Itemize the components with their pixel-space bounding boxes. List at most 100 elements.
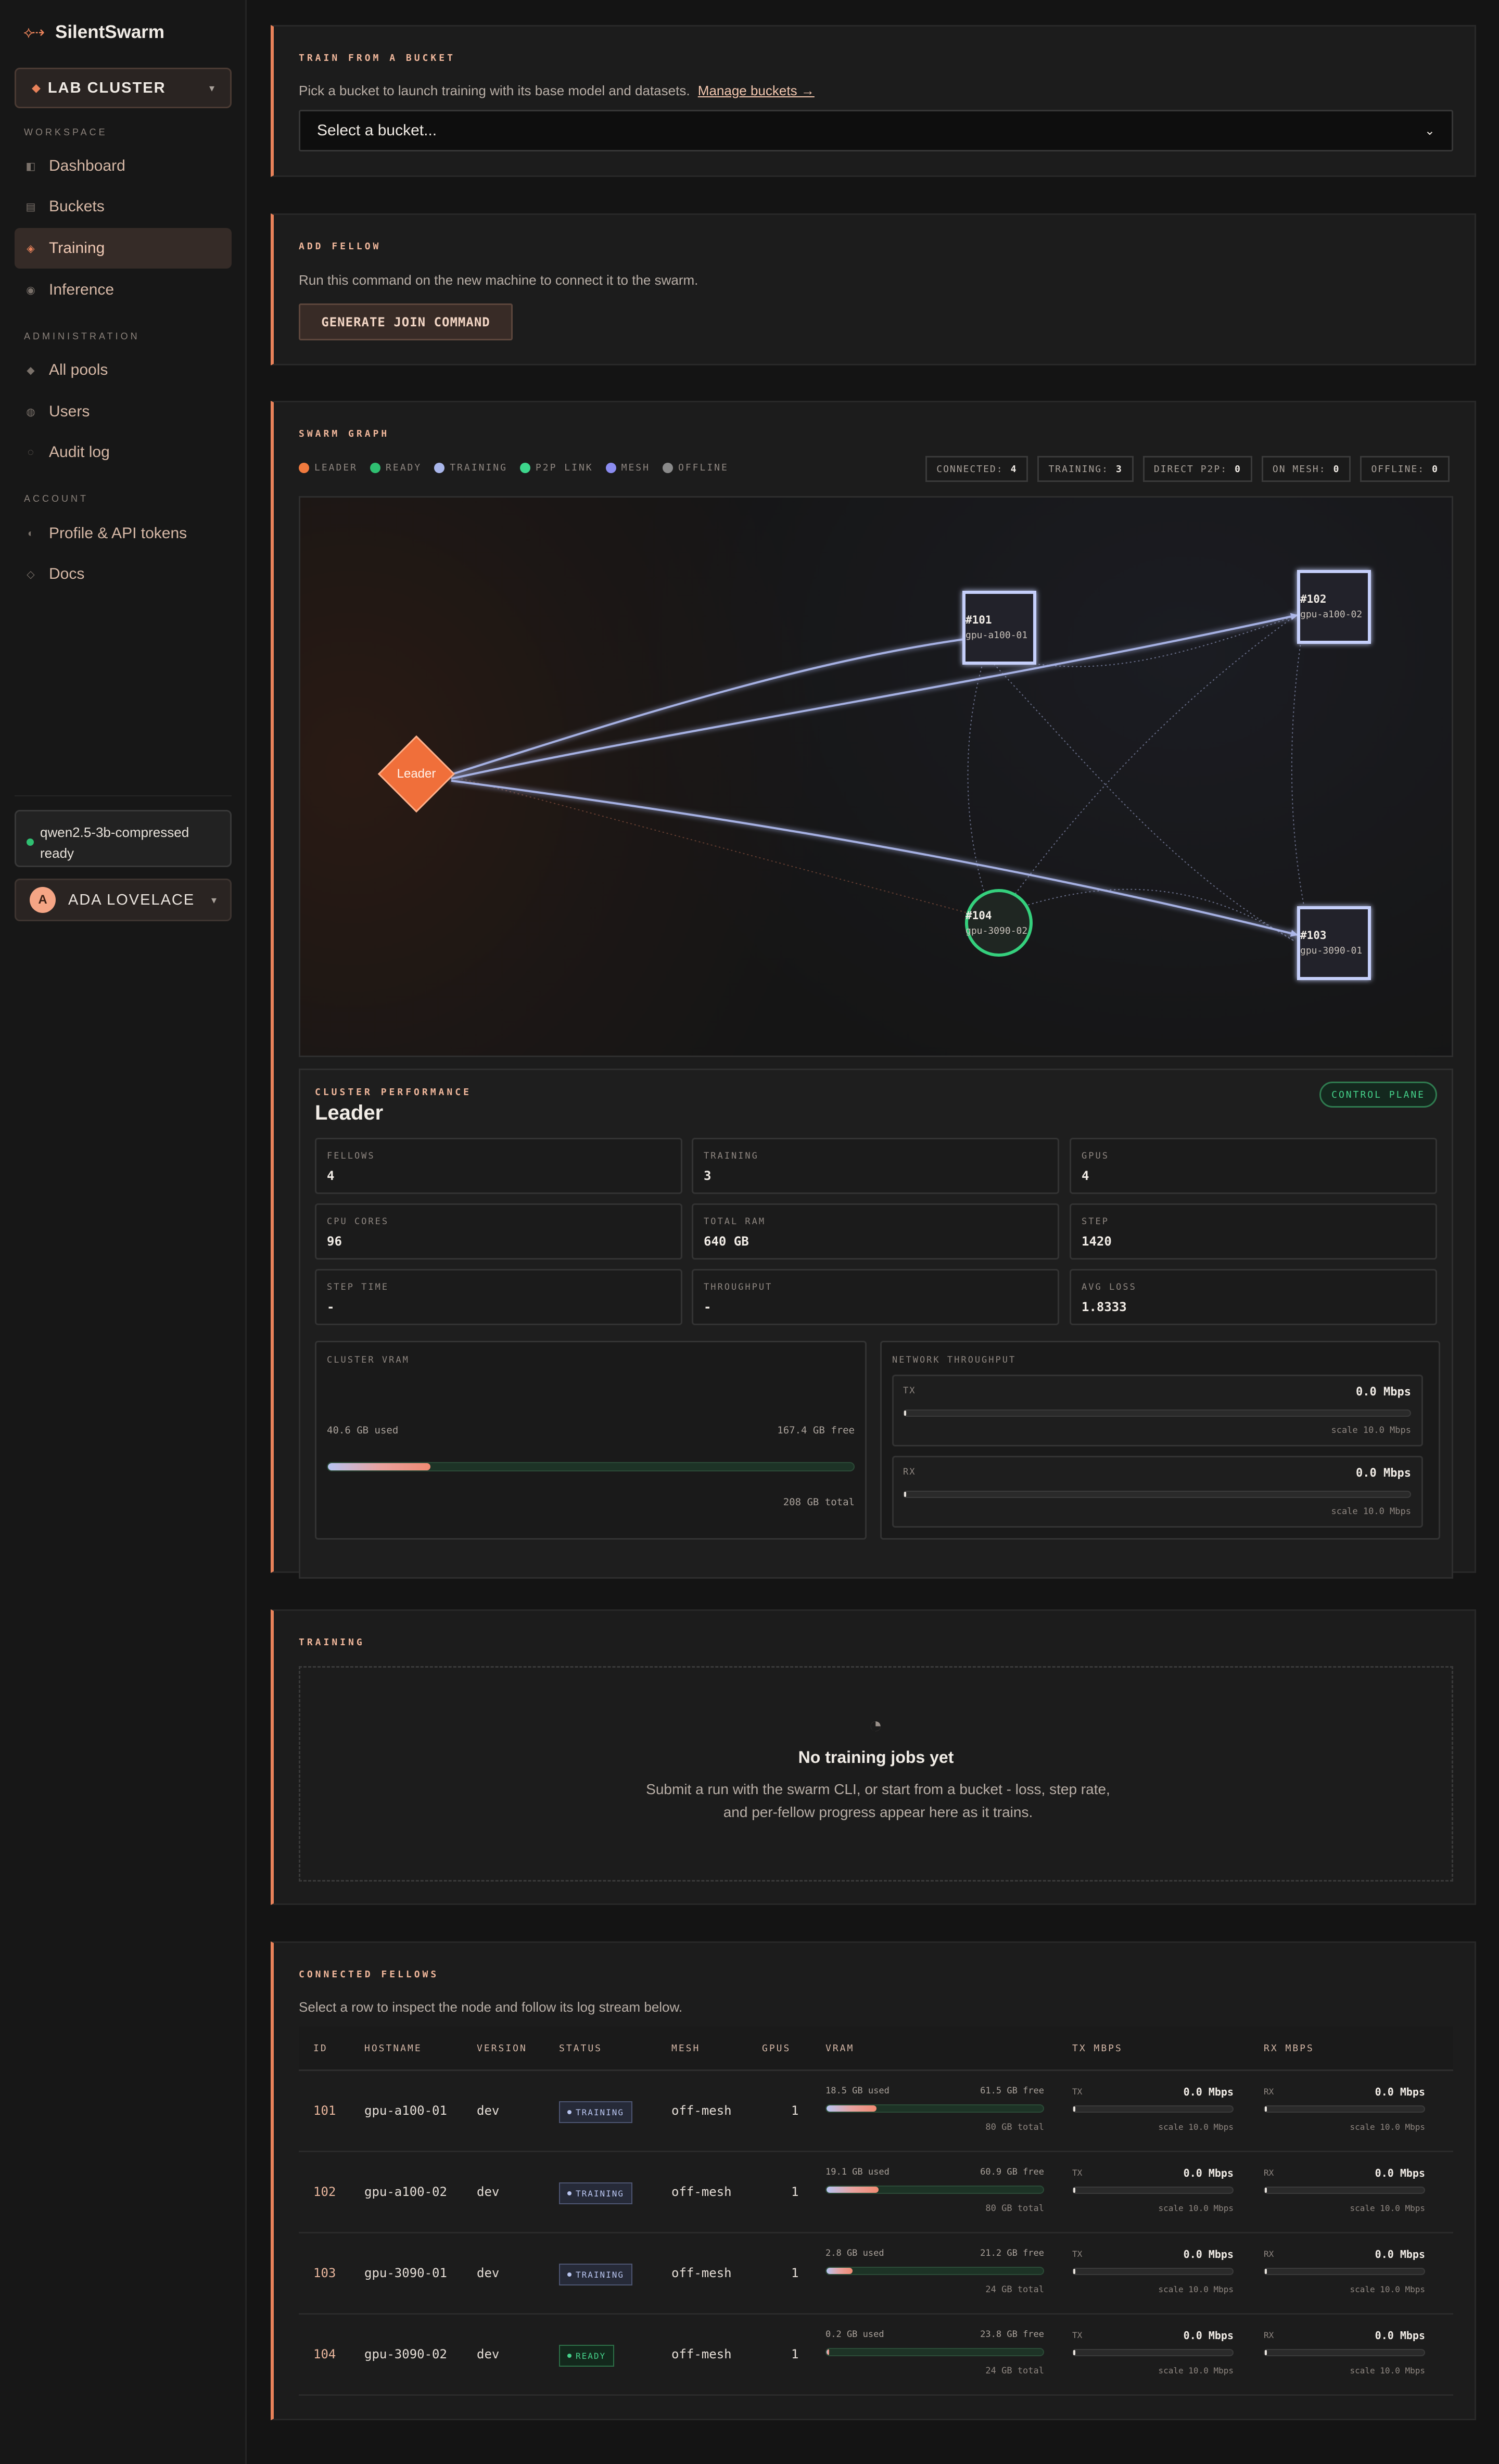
vram-bar-fill (328, 1463, 430, 1470)
cell-gpus: 1 (791, 2184, 799, 2199)
metric-label: FELLOWS (327, 1151, 375, 1161)
node-host: gpu-3090-02 (966, 925, 1027, 936)
swarm-graph-svg[interactable]: Leader #101 gpu-a100-01 #102 gpu-a100-02… (300, 498, 1452, 1056)
node-id: #103 (1300, 929, 1327, 942)
node-square (1297, 570, 1371, 644)
tx-label: TX (1072, 2249, 1083, 2259)
tx-value: 0.0 Mbps (1356, 1386, 1411, 1399)
stat-value: 0 (1333, 463, 1340, 475)
rx-label: RX (1264, 2168, 1274, 2178)
status-label: TRAINING (576, 2269, 625, 2280)
cluster-select[interactable]: ◆ LAB CLUSTER ▾ (15, 68, 232, 108)
bucket-select[interactable]: Select a bucket... ⌄ (299, 110, 1453, 151)
model-status[interactable]: qwen2.5-3b-compressed ready (15, 810, 232, 867)
table-row[interactable]: 103 gpu-3090-01 dev TRAINING off-mesh 1 2.8 GB… (299, 2233, 1453, 2315)
graph-legend: LEADER READY TRAINING P2P LINK MESH OFFL… (299, 462, 729, 473)
legend-offline: OFFLINE (662, 462, 729, 473)
table-row[interactable]: 102 gpu-a100-02 dev TRAINING off-mesh 1 19.1 G… (299, 2152, 1453, 2233)
metric-value: - (704, 1300, 712, 1314)
tx-label: TX (1072, 2330, 1083, 2340)
stat-label: TRAINING: (1048, 463, 1109, 475)
node-square (1297, 906, 1371, 980)
model-name: qwen2.5-3b-compressed (40, 824, 189, 840)
legend-label: P2P LINK (535, 462, 593, 473)
status-dot (567, 2191, 571, 2195)
cell-id: 101 (313, 2103, 336, 2118)
node-host: gpu-a100-01 (966, 630, 1027, 641)
training-icon: ◈ (27, 243, 35, 255)
tx-value: 0.0 Mbps (1183, 2248, 1234, 2260)
sidebar-item-buckets[interactable]: ▤ Buckets (15, 186, 232, 227)
vram-total: 24 GB total (985, 2366, 1044, 2376)
tx-box: TX 0.0 Mbps scale 10.0 Mbps (892, 1375, 1423, 1446)
metric-label: AVG LOSS (1082, 1282, 1137, 1292)
sidebar-item-label: Dashboard (49, 157, 125, 174)
brand[interactable]: ⟡⇢ SilentSwarm (23, 22, 164, 43)
vram-used: 19.1 GB used (825, 2167, 890, 2177)
edge-102-103 (1291, 616, 1311, 935)
rx-bar-fill (1265, 2269, 1267, 2274)
user-menu[interactable]: A ADA LOVELACE ▾ (15, 879, 232, 921)
legend-dot (370, 462, 381, 473)
sidebar-item-label: All pools (49, 361, 108, 378)
avatar: A (30, 887, 56, 913)
status-dot (27, 839, 34, 846)
vram-bar-fill (827, 2268, 853, 2274)
docs-icon: ◇ (27, 568, 35, 580)
vram-free: 21.2 GB free (980, 2248, 1044, 2258)
tx-bar (903, 1409, 1411, 1417)
metric-avg-loss: AVG LOSS 1.8333 (1070, 1269, 1437, 1325)
sidebar-item-audit-log[interactable]: ◌ Audit log (15, 432, 232, 473)
vram-total: 208 GB total (783, 1496, 855, 1508)
sidebar-item-users[interactable]: ◍ Users (15, 391, 232, 432)
sidebar-item-training[interactable]: ◈ Training (15, 228, 232, 269)
vram-bar-fill (827, 2187, 879, 2193)
cell-gpus: 1 (791, 2266, 799, 2280)
cell-id: 104 (313, 2347, 336, 2361)
cell-tx: TX 0.0 Mbps scale 10.0 Mbps (1072, 2167, 1234, 2219)
audit-log-icon: ◌ (28, 446, 34, 458)
node-102[interactable]: #102 gpu-a100-02 (1297, 570, 1371, 644)
edge-leader-103 (451, 780, 1298, 937)
pie-chart-icon: ◔ (869, 1712, 883, 1738)
tx-label: TX (1072, 2087, 1083, 2097)
sidebar-item-profile[interactable]: ◐ Profile & API tokens (15, 513, 232, 554)
legend-ready: READY (370, 462, 422, 473)
generate-join-command-button[interactable]: GENERATE JOIN COMMAND (299, 303, 513, 340)
table-row[interactable]: 101 gpu-a100-01 dev TRAINING off-mesh 1 18.5 G… (299, 2071, 1453, 2152)
metric-value: 1.8333 (1082, 1300, 1127, 1314)
legend-label: OFFLINE (678, 462, 729, 473)
column-header: TX MBPS (1072, 2043, 1123, 2054)
cluster-name: LAB CLUSTER (47, 79, 166, 96)
swarm-logo-icon: ⟡⇢ (23, 23, 45, 41)
sidebar-item-dashboard[interactable]: ◧ Dashboard (15, 146, 232, 186)
node-101[interactable]: #101 gpu-a100-01 (962, 591, 1036, 665)
metric-label: STEP TIME (327, 1282, 389, 1292)
vram-bar (825, 2186, 1044, 2194)
manage-buckets-link[interactable]: Manage buckets → (698, 83, 815, 98)
tx-bar (1072, 2105, 1234, 2113)
cell-tx: TX 0.0 Mbps scale 10.0 Mbps (1072, 2248, 1234, 2300)
sidebar-item-docs[interactable]: ◇ Docs (15, 554, 232, 594)
sidebar-item-inference[interactable]: ◉ Inference (15, 270, 232, 310)
table-row[interactable]: 104 gpu-3090-02 dev READY off-mesh 1 0.2 GB us… (299, 2315, 1453, 2396)
panel-title: CONNECTED FELLOWS (299, 1969, 439, 1980)
tx-label: TX (1072, 2168, 1083, 2178)
cell-gpus: 1 (791, 2347, 799, 2361)
node-103[interactable]: #103 gpu-3090-01 (1297, 906, 1371, 980)
node-host: gpu-a100-02 (1300, 609, 1362, 620)
sidebar-item-all-pools[interactable]: ◆ All pools (15, 350, 232, 390)
node-leader[interactable]: Leader (377, 735, 455, 813)
panel-description: Pick a bucket to launch training with it… (299, 83, 815, 99)
rx-bar (903, 1491, 1411, 1498)
vram-total: 80 GB total (985, 2203, 1044, 2214)
node-104[interactable]: #104 gpu-3090-02 (965, 889, 1033, 957)
column-header: VRAM (825, 2043, 855, 2054)
empty-description: Submit a run with the swarm CLI, or star… (646, 1781, 1110, 1820)
tx-scale: scale 10.0 Mbps (1158, 2122, 1234, 2132)
tx-scale: scale 10.0 Mbps (1158, 2203, 1234, 2213)
vram-bar-fill (827, 2349, 829, 2355)
stat-value: 0 (1235, 463, 1241, 475)
swarm-graph-canvas[interactable]: Leader #101 gpu-a100-01 #102 gpu-a100-02… (299, 496, 1453, 1057)
cell-tx: TX 0.0 Mbps scale 10.0 Mbps (1072, 2086, 1234, 2138)
